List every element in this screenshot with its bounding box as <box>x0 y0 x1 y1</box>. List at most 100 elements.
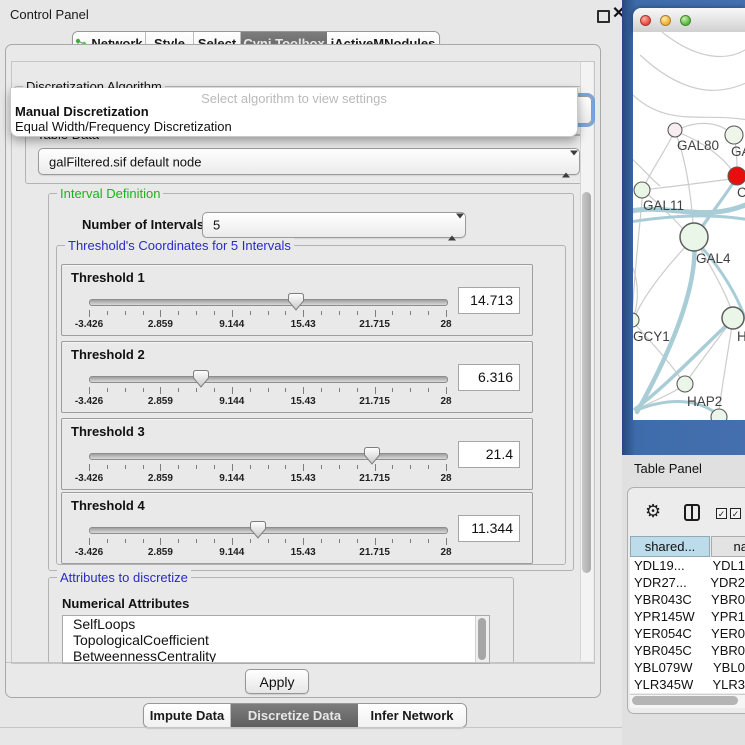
num-intervals-combobox[interactable]: 5 <box>202 212 466 238</box>
tick-label: 9.144 <box>219 396 244 407</box>
column-header-shared-name[interactable]: shared... <box>630 536 710 557</box>
threshold-4-value-field[interactable]: 11.344 <box>458 515 520 542</box>
slider-ticks <box>89 464 446 473</box>
list-scrollbar[interactable] <box>475 616 489 663</box>
slider-thumb[interactable] <box>193 370 209 388</box>
thresholds-group-title: Threshold's Coordinates for 5 Intervals <box>65 238 294 253</box>
network-node[interactable] <box>625 313 639 327</box>
control-panel-bottom-border <box>0 727 622 728</box>
table-row[interactable]: YDL19...YDL1 <box>630 557 745 574</box>
num-intervals-combobox-value: 5 <box>213 218 220 233</box>
table-panel-title: Table Panel <box>634 461 702 476</box>
table-row[interactable]: YPR145WYPR1 <box>630 608 745 625</box>
threshold-4-label: Threshold 4 <box>71 498 145 513</box>
table-cell: YER0 <box>709 625 745 642</box>
network-node-label: GAL4 <box>696 251 731 266</box>
threshold-3-value-field[interactable]: 21.4 <box>458 441 520 468</box>
table-cell: YLR345W <box>630 676 710 693</box>
slider-ticks <box>89 538 446 547</box>
table-rows[interactable]: YDL19...YDL1YDR27...YDR2YBR043CYBR0YPR14… <box>630 557 745 693</box>
screen: { "colors": { "desktop_blue": "#3e6cab",… <box>0 0 745 745</box>
tick-label: 21.715 <box>359 547 390 558</box>
table-row[interactable]: YER054CYER0 <box>630 625 745 642</box>
numerical-attributes-list[interactable]: SelfLoops TopologicalCoefficient Between… <box>62 615 490 664</box>
table-data-combobox[interactable]: galFiltered.sif default node <box>38 148 580 175</box>
table-cell: YDR27... <box>630 574 708 591</box>
network-node[interactable] <box>634 182 650 198</box>
tick-label: 28 <box>440 319 451 330</box>
table-cell: YDL1 <box>710 557 745 574</box>
table-cell: YBR043C <box>630 591 709 608</box>
num-intervals-label: Number of Intervals <box>82 217 204 232</box>
tick-label: 28 <box>440 473 451 484</box>
network-node-label: GA <box>731 144 745 159</box>
threshold-1-panel: Threshold 1 -3.4262.8599.14415.4321.7152… <box>61 264 533 336</box>
table-cell: YPR1 <box>709 608 745 625</box>
tick-label: 2.859 <box>148 319 173 330</box>
network-graph[interactable]: GAL80GACGAL11GAL4GCY1HHAP2 <box>622 0 745 455</box>
table-row[interactable]: YBL079WYBL0 <box>630 659 745 676</box>
network-node[interactable] <box>722 307 744 329</box>
table-row[interactable]: YLR345WYLR3 <box>630 676 745 693</box>
table-hscrollbar-thumb[interactable] <box>632 696 738 705</box>
list-item[interactable]: SelfLoops <box>63 616 489 632</box>
attributes-group-title: Attributes to discretize <box>57 570 191 585</box>
table-cell: YBR045C <box>630 642 709 659</box>
tab-discretize-data[interactable]: Discretize Data <box>231 704 358 727</box>
tick-label: 21.715 <box>359 319 390 330</box>
list-item[interactable]: TopologicalCoefficient <box>63 632 489 648</box>
checkbox-icon[interactable]: ✓ <box>730 508 741 519</box>
network-node[interactable] <box>728 167 745 185</box>
apply-button[interactable]: Apply <box>245 669 309 694</box>
network-node-label: GAL11 <box>643 198 684 213</box>
tick-label: 15.43 <box>291 547 316 558</box>
threshold-2-value-field[interactable]: 6.316 <box>458 364 520 391</box>
table-row[interactable]: YBR045CYBR0 <box>630 642 745 659</box>
bottom-tabbar: Impute Data Discretize Data Infer Networ… <box>143 703 467 728</box>
table-row[interactable]: YDR27...YDR2 <box>630 574 745 591</box>
table-row[interactable]: YBR043CYBR0 <box>630 591 745 608</box>
threshold-1-value-field[interactable]: 14.713 <box>458 287 520 314</box>
tick-label: 2.859 <box>148 396 173 407</box>
tab-infer-network[interactable]: Infer Network <box>358 704 466 727</box>
algorithm-option-equal-width[interactable]: Equal Width/Frequency Discretization <box>15 119 232 134</box>
slider-tick-labels: -3.4262.8599.14415.4321.71528 <box>89 547 446 559</box>
threshold-1-slider[interactable] <box>89 299 448 306</box>
threshold-3-label: Threshold 3 <box>71 424 145 439</box>
split-columns-icon[interactable] <box>684 504 700 521</box>
tick-label: -3.426 <box>75 396 103 407</box>
content-scrollbar-thumb[interactable] <box>582 192 591 573</box>
threshold-2-panel: Threshold 2 -3.4262.8599.14415.4321.7152… <box>61 341 533 413</box>
network-node[interactable] <box>680 223 708 251</box>
slider-ticks <box>89 387 446 396</box>
threshold-2-slider[interactable] <box>89 376 448 383</box>
tick-label: 21.715 <box>359 396 390 407</box>
float-panel-icon[interactable] <box>597 10 610 23</box>
network-node[interactable] <box>668 123 682 137</box>
tick-label: 2.859 <box>148 547 173 558</box>
tab-infer-network-label: Infer Network <box>370 708 453 723</box>
checkbox-icon[interactable]: ✓ <box>716 508 727 519</box>
table-cell: YLR3 <box>710 676 745 693</box>
column-header-name[interactable]: na <box>711 536 745 557</box>
threshold-3-slider[interactable] <box>89 453 448 460</box>
network-node[interactable] <box>711 409 727 425</box>
network-node[interactable] <box>677 376 693 392</box>
slider-thumb[interactable] <box>288 293 304 311</box>
threshold-2-label: Threshold 2 <box>71 347 145 362</box>
network-node[interactable] <box>725 126 743 144</box>
tab-impute-data[interactable]: Impute Data <box>144 704 231 727</box>
slider-thumb[interactable] <box>250 521 266 539</box>
network-node-label: HAP2 <box>687 394 722 409</box>
tick-label: 28 <box>440 547 451 558</box>
tick-label: 15.43 <box>291 473 316 484</box>
gear-icon[interactable]: ⚙ <box>645 501 661 521</box>
table-data-combobox-value: galFiltered.sif default node <box>49 154 201 169</box>
slider-thumb[interactable] <box>364 447 380 465</box>
slider-tick-labels: -3.4262.8599.14415.4321.71528 <box>89 319 446 331</box>
slider-tick-labels: -3.4262.8599.14415.4321.71528 <box>89 473 446 485</box>
tick-label: 21.715 <box>359 473 390 484</box>
algorithm-option-manual[interactable]: Manual Discretization <box>15 104 149 119</box>
tick-label: 9.144 <box>219 319 244 330</box>
threshold-4-slider[interactable] <box>89 527 448 534</box>
